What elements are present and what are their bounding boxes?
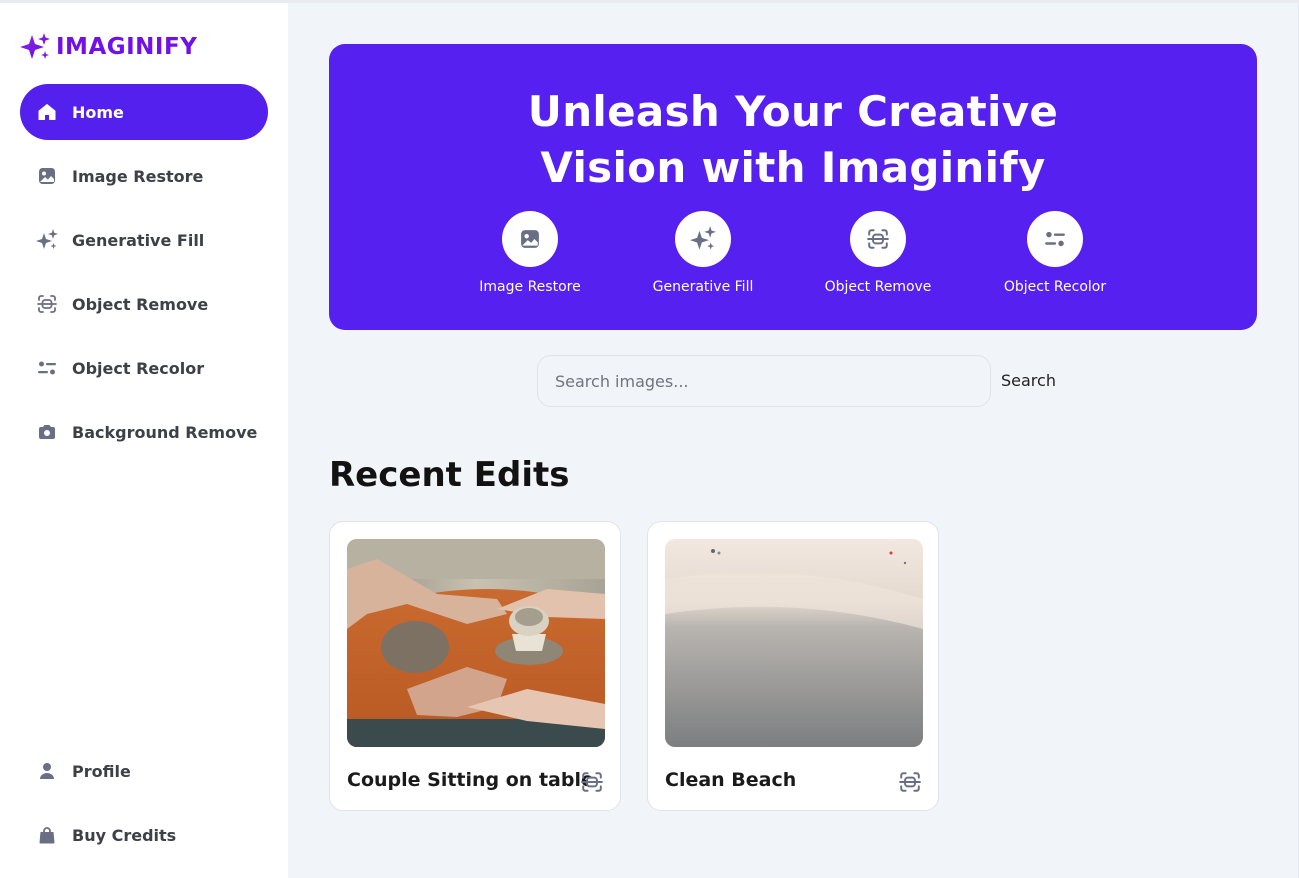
image-card-title: Couple Sitting on table [347, 769, 594, 791]
scan-icon [867, 229, 889, 249]
hero-feature-image-restore[interactable]: Image Restore [460, 211, 600, 295]
sidebar-item-object-recolor[interactable]: Object Recolor [20, 340, 268, 396]
user-icon [36, 760, 58, 782]
sidebar-item-label: Image Restore [72, 166, 204, 186]
hero-feature-generative-fill[interactable]: Generative Fill [633, 211, 773, 295]
hero-title: Unleash Your Creative Vision with Imagin… [329, 84, 1257, 196]
search-button[interactable]: Search [1001, 371, 1056, 390]
sidebar-item-label: Buy Credits [72, 825, 177, 845]
hero-title-line-2: Vision with Imaginify [540, 143, 1046, 192]
home-icon [36, 101, 58, 123]
filter-icon [1045, 231, 1065, 247]
stars-icon [36, 229, 58, 251]
sidebar-item-generative-fill[interactable]: Generative Fill [20, 212, 268, 268]
image-card[interactable]: Couple Sitting on table [329, 521, 621, 811]
hero-feature-label: Image Restore [479, 279, 581, 295]
hero-title-line-1: Unleash Your Creative [527, 87, 1059, 136]
sidebar-item-image-restore[interactable]: Image Restore [20, 148, 268, 204]
sidebar-item-buy-credits[interactable]: Buy Credits [20, 807, 268, 863]
sidebar-item-background-remove[interactable]: Background Remove [20, 404, 268, 460]
hero-feature-label: Generative Fill [652, 279, 754, 295]
image-card[interactable]: Clean Beach [647, 521, 939, 811]
hero-feature-object-recolor[interactable]: Object Recolor [985, 211, 1125, 295]
scan-icon [36, 293, 58, 315]
sidebar-item-label: Background Remove [72, 422, 258, 442]
hero-feature-label: Object Remove [824, 279, 932, 295]
app-logo[interactable]: IMAGINIFY [20, 33, 197, 61]
sidebar: IMAGINIFY Home Image Restore Generative … [0, 3, 288, 878]
stars-icon [690, 226, 716, 250]
sidebar-item-object-remove[interactable]: Object Remove [20, 276, 268, 332]
sidebar-item-label: Object Remove [72, 294, 209, 314]
filter-icon [36, 357, 58, 379]
image-thumbnail-couple[interactable] [347, 539, 605, 747]
main-content: Unleash Your Creative Vision with Imagin… [288, 3, 1299, 878]
bag-icon [36, 824, 58, 846]
hero-feature-label: Object Recolor [1003, 279, 1107, 295]
recent-edits-title: Recent Edits [329, 455, 570, 495]
sparkle-logo-icon [20, 33, 50, 59]
sidebar-item-label: Home [72, 102, 124, 122]
app-name: IMAGINIFY [56, 34, 198, 60]
image-card-title: Clean Beach [665, 769, 797, 791]
camera-icon [36, 421, 58, 443]
sidebar-item-label: Generative Fill [72, 230, 205, 250]
sidebar-item-label: Object Recolor [72, 358, 205, 378]
image-icon [521, 230, 539, 248]
search-placeholder: Search images... [555, 371, 689, 391]
sidebar-item-home[interactable]: Home [20, 84, 268, 140]
search-input[interactable]: Search images... [537, 355, 991, 407]
scan-icon [899, 772, 921, 792]
image-icon [36, 165, 58, 187]
image-thumbnail-beach[interactable] [665, 539, 923, 747]
sidebar-item-profile[interactable]: Profile [20, 743, 268, 799]
sidebar-item-label: Profile [72, 761, 131, 781]
hero-banner: Unleash Your Creative Vision with Imagin… [329, 44, 1257, 330]
hero-feature-object-remove[interactable]: Object Remove [808, 211, 948, 295]
scan-icon [581, 772, 603, 792]
